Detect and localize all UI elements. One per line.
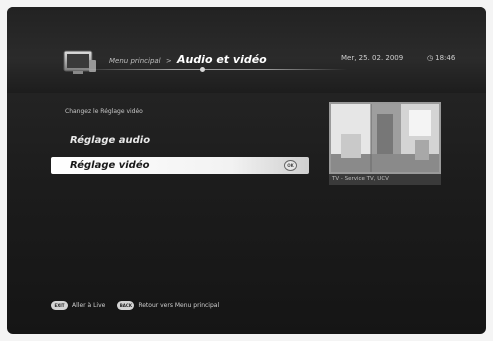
back-key-icon[interactable]: BACK	[117, 301, 135, 310]
exit-label: Aller à Live	[72, 302, 106, 309]
footer: EXIT Aller à Live BACK Retour vers Menu …	[51, 301, 231, 310]
page-title: Audio et vidéo	[176, 53, 267, 66]
date-display: Mer, 25. 02. 2009	[341, 54, 404, 62]
time-display: ◷ 18:46	[427, 54, 455, 62]
menu-item-label: Réglage vidéo	[70, 160, 150, 171]
screen: Menu principal > Audio et vidéo Mer, 25.…	[7, 7, 486, 334]
exit-key-icon[interactable]: EXIT	[51, 301, 68, 310]
header: Menu principal > Audio et vidéo Mer, 25.…	[7, 7, 486, 93]
menu-item-audio-settings[interactable]: Réglage audio	[51, 132, 309, 149]
back-label: Retour vers Menu principal	[138, 302, 220, 309]
preview-image	[331, 104, 439, 172]
video-preview	[329, 102, 441, 174]
tv-icon	[63, 50, 96, 74]
clock-icon: ◷	[427, 54, 434, 62]
header-divider	[77, 69, 347, 70]
breadcrumb-parent[interactable]: Menu principal	[109, 57, 161, 65]
breadcrumb: Menu principal > Audio et vidéo	[109, 53, 267, 66]
breadcrumb-separator: >	[165, 57, 172, 65]
ok-button-icon: OK	[284, 160, 297, 171]
menu-item-label: Réglage audio	[70, 135, 151, 146]
hint-text: Changez le Réglage vidéo	[65, 108, 143, 115]
header-divider-dot	[200, 67, 205, 72]
preview-caption: TV - Service TV, UCV	[329, 174, 441, 185]
time-value: 18:46	[435, 54, 456, 62]
menu-item-video-settings[interactable]: Réglage vidéo OK	[51, 157, 309, 174]
